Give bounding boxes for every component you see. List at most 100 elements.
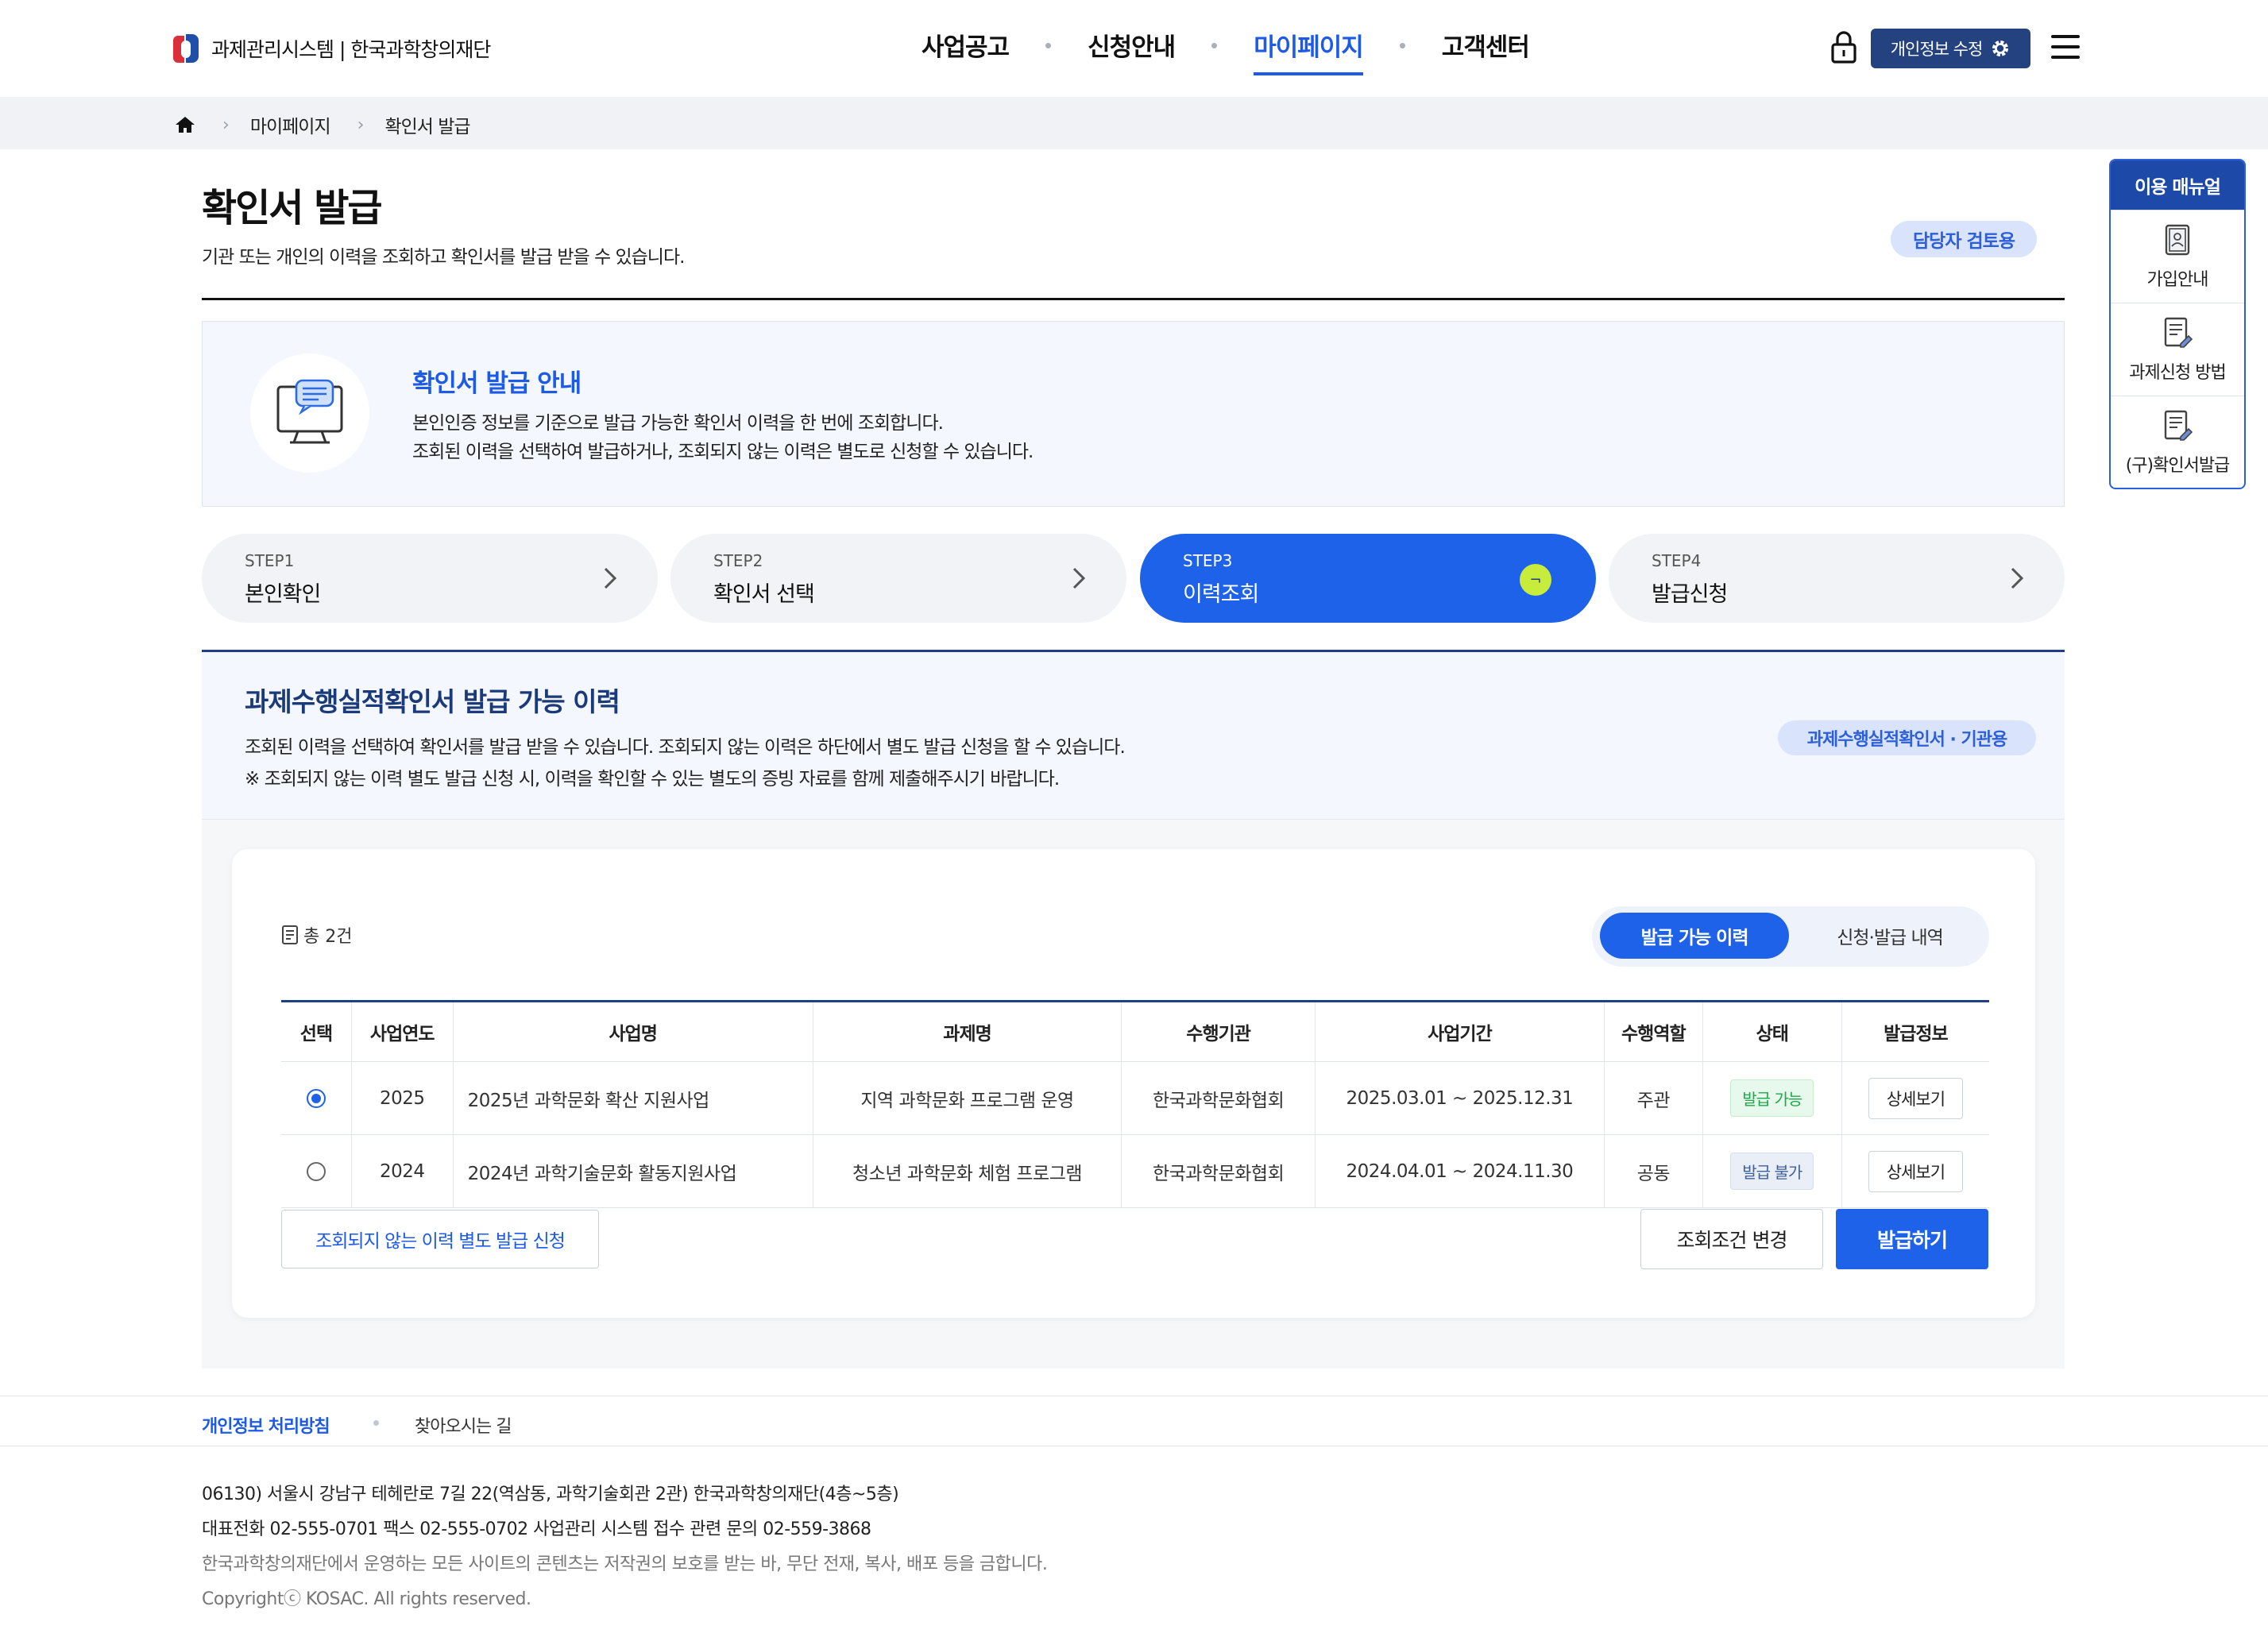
step-number: STEP1 [245,551,295,570]
step-number: STEP3 [1183,551,1233,570]
page-description: 기관 또는 개인의 이력을 조회하고 확인서를 발급 받을 수 있습니다. [202,247,685,268]
status-badge: 발급 불가 [1730,1153,1814,1190]
profile-edit-button[interactable]: 개인정보 수정 [1871,29,2030,68]
column-header: 사업명 [453,1001,813,1062]
separate-issue-request-button[interactable]: 조회되지 않는 이력 별도 발급 신청 [281,1210,599,1268]
nav-divider [1399,42,1405,48]
history-table: 선택 사업연도 사업명 과제명 수행기관 사업기간 수행역할 상태 발급정보 2… [281,1000,1989,1208]
quick-item-label: 가입안내 [2146,270,2209,290]
home-icon[interactable] [175,115,195,134]
lock-icon[interactable] [1830,30,1857,64]
chevron-right-icon [1072,567,1086,589]
breadcrumb: › 마이페이지 › 확인서 발급 [175,111,497,138]
site-logo[interactable]: 과제관리시스템 | 한국과학창의재단 [173,32,491,65]
nav-item-application-guide[interactable]: 신청안내 [1088,27,1176,71]
column-header: 발급정보 [1841,1001,1989,1062]
quick-item-old-certificate[interactable]: (구)확인서발급 [2111,396,2244,488]
issue-button[interactable]: 발급하기 [1836,1209,1988,1269]
column-header: 수행역할 [1604,1001,1703,1062]
result-count-text: 총 2건 [303,927,353,947]
nav-divider [1045,42,1052,48]
chevron-right-icon [2011,567,2024,589]
cell-period: 2024.04.01 ~ 2024.11.30 [1315,1134,1605,1208]
nav-item-customer-center[interactable]: 고객센터 [1442,27,1530,71]
footer-copyright-notice: 한국과학창의재단에서 운영하는 모든 사이트의 콘텐츠는 저작권의 보호를 받는… [202,1554,1048,1574]
monitor-chat-icon [250,353,369,473]
breadcrumb-separator-icon: › [357,114,365,135]
step-indicator: STEP1 본인확인 STEP2 확인서 선택 STEP3 이력조회 ¬ STE… [202,534,2065,623]
list-document-icon [282,925,298,944]
quick-item-signup-guide[interactable]: 가입안내 [2111,210,2244,303]
quick-manual-menu: 이용 매뉴얼 가입안내 과제신청 방법 (구)확인서발급 [2109,159,2246,489]
footer-copyright: Copyrightⓒ KOSAC. All rights reserved. [202,1589,531,1609]
hamburger-menu-icon[interactable] [2051,35,2080,60]
footer-phone: 대표전화 02-555-0701 팩스 02-555-0702 사업관리 시스템… [202,1519,871,1539]
detail-button[interactable]: 상세보기 [1868,1077,1964,1119]
document-edit-icon [2164,317,2193,348]
column-header: 사업기간 [1315,1001,1605,1062]
breadcrumb-item-current: 확인서 발급 [384,117,470,137]
guide-line: 조회된 이력을 선택하여 발급하거나, 조회되지 않는 이력은 별도로 신청할 … [412,442,1034,462]
history-card: 총 2건 발급 가능 이력 신청·발급 내역 선택 사업연도 사업명 과제명 수… [232,849,2035,1318]
step-number: STEP4 [1652,551,1702,570]
guide-title: 확인서 발급 안내 [412,369,581,398]
detail-button[interactable]: 상세보기 [1868,1150,1964,1192]
result-count: 총 2건 [281,922,352,948]
breadcrumb-bar: › 마이페이지 › 확인서 발급 [0,97,2268,149]
cursor-icon: ¬ [1520,564,1551,596]
quick-item-application-method[interactable]: 과제신청 방법 [2111,303,2244,396]
row-select-radio[interactable] [306,1089,326,1108]
directions-link[interactable]: 찾아오시는 길 [415,1412,512,1438]
table-row[interactable]: 2025 2025년 과학문화 확산 지원사업 지역 과학문화 프로그램 운영 … [281,1061,1989,1135]
column-header: 사업연도 [351,1001,454,1062]
cell-period: 2025.03.01 ~ 2025.12.31 [1315,1061,1605,1135]
step-number: STEP2 [713,551,763,570]
quick-item-label: 과제신청 방법 [2129,363,2226,383]
table-row[interactable]: 2024 2024년 과학기술문화 활동지원사업 청소년 과학문화 체험 프로그… [281,1134,1989,1208]
change-search-button[interactable]: 조회조건 변경 [1640,1209,1823,1269]
cell-business: 2024년 과학기술문화 활동지원사업 [453,1134,813,1208]
header: 과제관리시스템 | 한국과학창의재단 사업공고 신청안내 마이페이지 고객센터 … [0,0,2268,97]
logo-text: 과제관리시스템 | 한국과학창의재단 [211,38,491,61]
tab-available-history[interactable]: 발급 가능 이력 [1600,913,1789,959]
tab-application-history[interactable]: 신청·발급 내역 [1800,913,1980,959]
cell-role: 공동 [1604,1134,1703,1208]
history-tabs: 발급 가능 이력 신청·발급 내역 [1592,906,1989,967]
step-3[interactable]: STEP3 이력조회 ¬ [1140,534,1596,623]
step-1[interactable]: STEP1 본인확인 [202,534,658,623]
status-badge: 발급 가능 [1730,1079,1814,1117]
logo-mark-icon [173,33,202,64]
step-4[interactable]: STEP4 발급신청 [1609,534,2065,623]
privacy-policy-link[interactable]: 개인정보 처리방침 [202,1412,330,1438]
step-2[interactable]: STEP2 확인서 선택 [670,534,1126,623]
main-nav: 사업공고 신청안내 마이페이지 고객센터 [921,27,1530,75]
document-edit-icon [2164,410,2193,441]
footer-links: 개인정보 처리방침 찾아오시는 길 [0,1396,2268,1446]
table-header-row: 선택 사업연도 사업명 과제명 수행기관 사업기간 수행역할 상태 발급정보 [281,1001,1989,1062]
step-name: 이력조회 [1183,582,1259,607]
cell-project: 청소년 과학문화 체험 프로그램 [813,1134,1122,1208]
breadcrumb-separator-icon: › [222,114,230,135]
nav-item-announcements[interactable]: 사업공고 [921,27,1010,71]
breadcrumb-item-mypage[interactable]: 마이페이지 [250,111,331,138]
nav-item-mypage[interactable]: 마이페이지 [1254,27,1364,75]
chevron-right-icon [604,567,617,589]
profile-edit-label: 개인정보 수정 [1890,40,1984,59]
column-header: 선택 [281,1001,352,1062]
footer-address: 06130) 서울시 강남구 테헤란로 7길 22(역삼동, 과학기술회관 2관… [202,1485,899,1504]
result-section: 과제수행실적확인서 발급 가능 이력 조회된 이력을 선택하여 확인서를 발급 … [202,650,2065,1369]
row-select-radio[interactable] [306,1162,326,1181]
result-header: 과제수행실적확인서 발급 가능 이력 조회된 이력을 선택하여 확인서를 발급 … [202,652,2065,820]
manual-book-icon [2165,224,2190,256]
column-header: 수행기관 [1121,1001,1316,1062]
result-description: 조회된 이력을 선택하여 확인서를 발급 받을 수 있습니다. 조회되지 않는 … [245,732,1126,795]
cell-role: 주관 [1604,1061,1703,1135]
step-name: 발급신청 [1652,582,1728,607]
nav-divider [1211,42,1218,48]
step-name: 본인확인 [245,582,321,607]
column-header: 과제명 [813,1001,1122,1062]
gear-icon [1992,41,2009,56]
role-badge: 담당자 검토용 [1891,221,2037,257]
guide-line: 본인인증 정보를 기준으로 발급 가능한 확인서 이력을 한 번에 조회합니다. [412,413,944,434]
cell-year: 2025 [351,1061,454,1135]
